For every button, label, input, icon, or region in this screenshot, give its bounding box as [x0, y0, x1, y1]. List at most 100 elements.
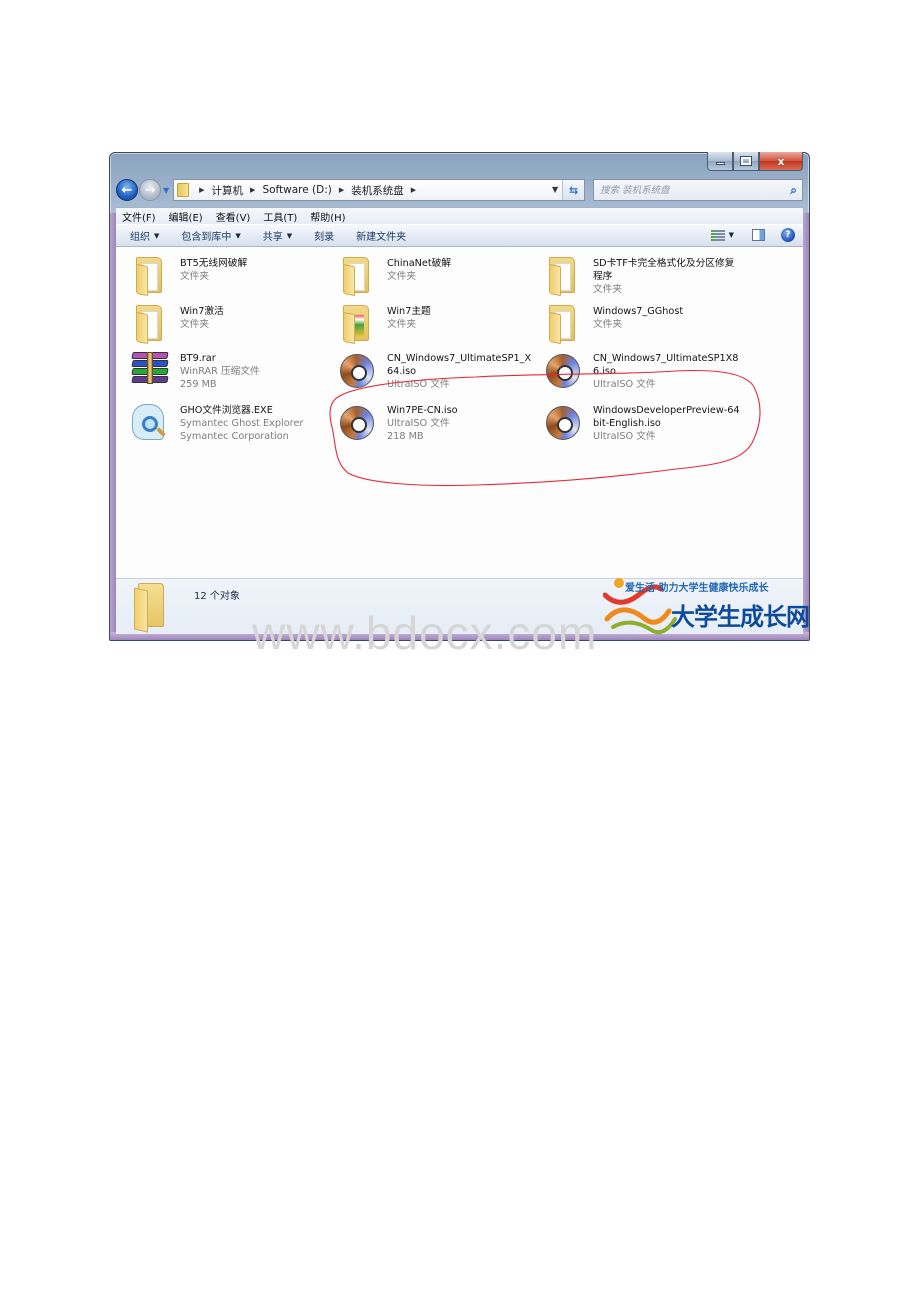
- search-input[interactable]: [600, 184, 761, 196]
- back-arrow-icon: ←: [121, 182, 133, 198]
- file-name: BT5无线网破解: [180, 258, 248, 269]
- breadcrumb-separator-icon[interactable]: ▶: [411, 186, 416, 194]
- file-type: UltraISO 文件: [593, 379, 656, 390]
- toolbar-right-group: ▼ ?: [710, 228, 795, 242]
- preview-pane-icon[interactable]: [752, 229, 765, 241]
- file-name: SD卡TF卡完全格式化及分区修复程序: [593, 258, 735, 282]
- file-type: 文件夹: [593, 319, 623, 330]
- file-item[interactable]: Windows7_GGhost 文件夹: [543, 303, 743, 351]
- file-type: 文件夹: [387, 271, 417, 282]
- address-dropdown-icon[interactable]: ▼: [552, 185, 558, 194]
- details-pane: 12 个对象 爱生活 助力大学生健康快乐成长 大学生成长网: [116, 575, 810, 637]
- organize-label: 组织: [130, 232, 150, 243]
- window-frame-right: [803, 213, 809, 640]
- breadcrumb-current-folder[interactable]: 装机系统盘: [350, 183, 405, 198]
- help-glyph: ?: [785, 230, 791, 240]
- menu-tools[interactable]: 工具(T): [263, 209, 297, 224]
- breadcrumb-computer[interactable]: 计算机: [211, 183, 245, 198]
- breadcrumb-software-drive[interactable]: Software (D:): [261, 184, 332, 196]
- refresh-button[interactable]: ⇆: [562, 180, 585, 200]
- forward-button[interactable]: →: [139, 179, 161, 201]
- file-type: 文件夹: [180, 319, 210, 330]
- maximize-icon: [740, 156, 752, 166]
- file-item[interactable]: BT9.rar WinRAR 压缩文件 259 MB: [130, 350, 330, 402]
- folder-icon: [130, 255, 168, 297]
- file-name: Win7激活: [180, 306, 224, 317]
- include-in-library-button[interactable]: 包含到库中 ▼: [181, 228, 241, 244]
- organize-button[interactable]: 组织 ▼: [130, 228, 160, 244]
- file-item[interactable]: Win7主题 文件夹: [337, 303, 537, 351]
- file-name: BT9.rar: [180, 353, 216, 364]
- share-button[interactable]: 共享 ▼: [262, 228, 293, 244]
- file-type: 文件夹: [593, 284, 623, 295]
- new-folder-label: 新建文件夹: [356, 232, 407, 243]
- file-company: Symantec Corporation: [180, 431, 289, 442]
- burn-button[interactable]: 刻录: [314, 228, 334, 243]
- theme-folder-icon: [337, 303, 375, 345]
- ghost-explorer-icon: [130, 402, 168, 444]
- file-item[interactable]: CN_Windows7_UltimateSP1X86.iso UltraISO 文…: [543, 350, 743, 402]
- folder-icon: [337, 255, 375, 297]
- chevron-down-icon: ▼: [235, 231, 241, 240]
- menu-help[interactable]: 帮助(H): [310, 209, 345, 224]
- disc-image-icon: [543, 350, 581, 392]
- menu-bar: 文件(F) 编辑(E) 查看(V) 工具(T) 帮助(H): [116, 207, 803, 224]
- share-label: 共享: [262, 232, 283, 243]
- file-item[interactable]: BT5无线网破解 文件夹: [130, 255, 330, 303]
- explorer-window: x ← → ▼ ▶ 计算机 ▶ Software (D:) ▶ 装机系统盘 ▶ …: [109, 152, 810, 641]
- breadcrumb-separator-icon[interactable]: ▶: [250, 186, 255, 194]
- include-in-library-label: 包含到库中: [181, 232, 232, 243]
- file-description: Symantec Ghost Explorer: [180, 418, 304, 429]
- file-item[interactable]: SD卡TF卡完全格式化及分区修复程序文件夹: [543, 255, 743, 303]
- site-logo-watermark: 爱生活 助力大学生健康快乐成长 大学生成长网: [603, 575, 810, 637]
- folder-icon: [543, 303, 581, 345]
- file-name: ChinaNet破解: [387, 258, 452, 269]
- back-button[interactable]: ←: [116, 179, 138, 201]
- breadcrumb-separator-icon[interactable]: ▶: [199, 186, 204, 194]
- maximize-button[interactable]: [733, 152, 759, 171]
- close-button[interactable]: x: [759, 152, 803, 171]
- menu-edit[interactable]: 编辑(E): [169, 209, 203, 224]
- chevron-down-icon: ▼: [154, 231, 160, 240]
- disc-image-icon: [337, 350, 375, 392]
- file-item[interactable]: Win7激活 文件夹: [130, 303, 330, 351]
- file-type: 文件夹: [387, 319, 417, 330]
- minimize-icon: [715, 162, 725, 165]
- chevron-down-icon: ▼: [286, 231, 293, 240]
- folder-icon: [130, 303, 168, 345]
- recent-pages-dropdown[interactable]: ▼: [163, 186, 169, 195]
- address-bar[interactable]: ▶ 计算机 ▶ Software (D:) ▶ 装机系统盘 ▶ ▼ ⇆: [173, 179, 586, 201]
- file-type: UltraISO 文件: [387, 418, 450, 429]
- breadcrumb-separator-icon[interactable]: ▶: [339, 186, 344, 194]
- file-name: CN_Windows7_UltimateSP1_X64.iso: [387, 353, 532, 377]
- file-name: Windows7_GGhost: [593, 306, 684, 317]
- menu-file[interactable]: 文件(F): [122, 209, 156, 224]
- search-box: ⌕: [593, 179, 803, 201]
- item-count: 12 个对象: [194, 591, 240, 602]
- folder-icon: [177, 183, 190, 197]
- new-folder-button[interactable]: 新建文件夹: [356, 228, 406, 243]
- command-bar: 组织 ▼ 包含到库中 ▼ 共享 ▼ 刻录 新建文件夹 ▼ ?: [116, 224, 803, 247]
- file-size: 259 MB: [180, 379, 217, 390]
- logo-name: 大学生成长网: [671, 603, 810, 631]
- disc-image-icon: [337, 402, 375, 444]
- refresh-icon: ⇆: [569, 183, 579, 197]
- burn-label: 刻录: [314, 232, 335, 243]
- close-icon: x: [777, 154, 785, 168]
- file-item[interactable]: CN_Windows7_UltimateSP1_X64.iso UltraISO …: [337, 350, 537, 402]
- file-list: BT5无线网破解 文件夹 ChinaNet破解 文件夹 SD卡TF卡完全格式化及分区…: [116, 247, 803, 578]
- winrar-archive-icon: [130, 350, 169, 392]
- file-type: UltraISO 文件: [593, 431, 656, 442]
- search-icon[interactable]: ⌕: [790, 183, 797, 198]
- view-options-dropdown-icon[interactable]: ▼: [729, 231, 734, 239]
- change-view-icon[interactable]: [710, 229, 725, 241]
- file-item[interactable]: Win7PE-CN.iso UltraISO 文件 218 MB: [337, 402, 537, 454]
- file-item[interactable]: WindowsDeveloperPreview-64bit-English.is…: [543, 402, 743, 454]
- disc-image-icon: [543, 402, 581, 444]
- menu-view[interactable]: 查看(V): [216, 209, 251, 224]
- folder-icon: [134, 583, 168, 633]
- minimize-button[interactable]: [707, 152, 733, 171]
- help-icon[interactable]: ?: [781, 228, 795, 242]
- file-item[interactable]: GHO文件浏览器.EXE Symantec Ghost Explorer Syman…: [130, 402, 330, 454]
- file-item[interactable]: ChinaNet破解 文件夹: [337, 255, 537, 303]
